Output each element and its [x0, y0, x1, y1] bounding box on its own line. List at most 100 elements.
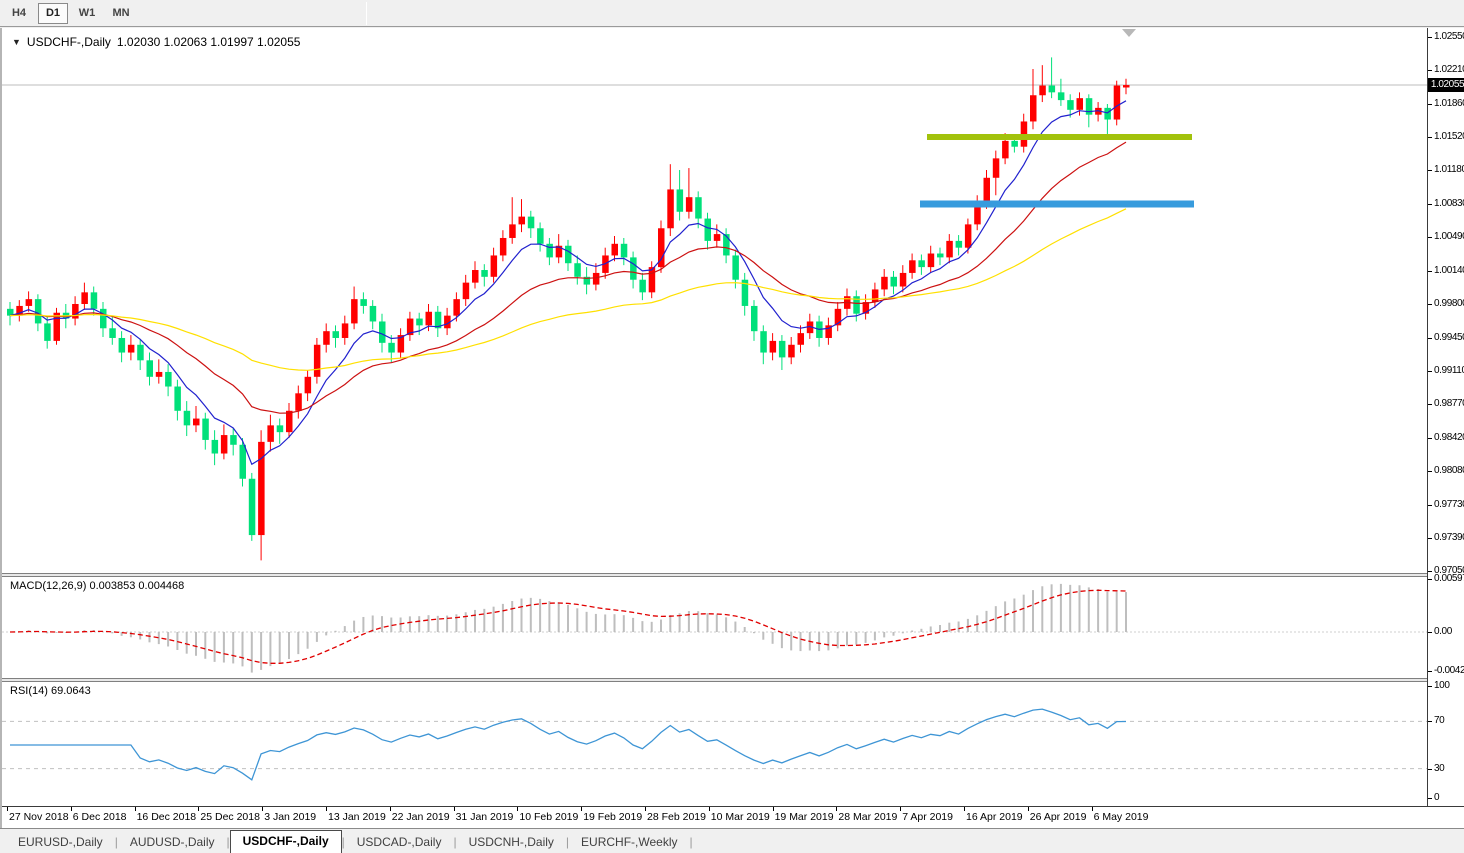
candle-body [118, 337, 126, 353]
axis-tick [1428, 103, 1432, 105]
candle-body [25, 299, 33, 306]
candlestick-chart-canvas[interactable] [2, 28, 1427, 573]
candle-body [220, 435, 228, 454]
axis-tick [1428, 632, 1432, 633]
candle-body [937, 253, 944, 258]
date-label: 6 Dec 2018 [72, 811, 127, 823]
axis-label: 0 [1434, 792, 1440, 803]
rsi-panel[interactable] [2, 682, 1427, 806]
candle-body [472, 270, 479, 283]
candle-body [276, 425, 284, 433]
symbol-tab-audusd[interactable]: AUDUSD-,Daily [118, 832, 227, 853]
date-tick [389, 807, 391, 811]
symbol-tab-eurusd[interactable]: EURUSD-,Daily [6, 832, 115, 853]
toolbar-separator [366, 1, 367, 25]
date-tick [198, 807, 200, 811]
symbol-tab-usdcad[interactable]: USDCAD-,Daily [345, 832, 454, 853]
candle-body [332, 331, 339, 338]
candle-body [881, 276, 888, 290]
rsi-chart-canvas[interactable] [2, 682, 1427, 806]
candle-body [490, 255, 498, 277]
candle-body [416, 318, 423, 326]
date-label: 3 Jan 2019 [264, 811, 317, 823]
candle-body [695, 197, 702, 219]
axis-label: 0.99110 [1434, 364, 1464, 376]
date-label: 28 Feb 2019 [647, 811, 706, 823]
axis-tick [1428, 37, 1432, 38]
axis-label: 0.97390 [1434, 531, 1464, 543]
candle-body [388, 342, 395, 353]
date-tick [7, 807, 8, 811]
date-axis[interactable]: 27 Nov 2018 6 Dec 2018 16 Dec 2018 25 Dec 2… [2, 806, 1464, 828]
timeframe-tab-mn[interactable]: MN [106, 3, 136, 24]
macd-chart-canvas[interactable] [2, 577, 1427, 678]
axis-label: 30 [1434, 762, 1445, 774]
candle-body [620, 243, 628, 258]
symbol-tab-usdcnh[interactable]: USDCNH-,Daily [457, 832, 566, 853]
candle-body [295, 393, 302, 411]
symbol-tab-usdchf[interactable]: USDCHF-,Daily [229, 830, 342, 853]
axis-label: 0.98770 [1434, 398, 1464, 409]
candle-body [499, 237, 507, 256]
axis-label: 1.01860 [1434, 97, 1464, 109]
candle-body [611, 243, 618, 256]
date-tick [900, 807, 902, 811]
axis-label: 0.98420 [1434, 431, 1464, 443]
main-chart-panel[interactable] [2, 28, 1427, 573]
candle-body [964, 224, 972, 248]
axis-label: 1.00140 [1434, 264, 1464, 276]
candle-body [667, 189, 674, 229]
candle-body [341, 323, 349, 338]
candle-body [481, 270, 488, 277]
axis-label: 0.97730 [1434, 498, 1464, 510]
candle-body [369, 305, 377, 322]
symbol-tab-eurchf[interactable]: EURCHF-,Weekly [569, 832, 689, 853]
date-label: 22 Jan 2019 [391, 811, 450, 823]
date-tick [326, 807, 327, 811]
candle-body [927, 253, 935, 268]
axis-label: 1.02550 [1434, 31, 1464, 42]
candle-body [983, 177, 990, 203]
candle-body [1113, 85, 1121, 120]
chart-window: ▼ USDCHF-,Daily 1.02030 1.02063 1.01997 … [0, 28, 1464, 828]
rsi-line [10, 708, 1127, 781]
candle-body [1039, 85, 1046, 96]
date-label: 19 Feb 2019 [583, 811, 643, 823]
chart-shift-marker-icon[interactable] [1122, 29, 1136, 37]
candle-body [267, 425, 274, 442]
axis-label: 1.01180 [1434, 164, 1464, 175]
price-axis[interactable]: 1.02055 1.02550 1.02210 1.01860 1.01520 1.01… [1427, 28, 1464, 806]
candle-body [909, 260, 916, 273]
axis-tick [1428, 721, 1432, 723]
resistance-line[interactable] [927, 134, 1192, 141]
date-tick [836, 807, 838, 811]
chart-dropdown-icon[interactable]: ▼ [12, 37, 21, 47]
candle-body [918, 260, 925, 268]
date-tick [134, 807, 136, 811]
axis-tick [1428, 671, 1432, 673]
axis-tick [1428, 170, 1432, 171]
axis-tick [1428, 579, 1432, 580]
candle-body [537, 228, 544, 244]
timeframe-tab-w1[interactable]: W1 [72, 3, 102, 24]
support-line[interactable] [920, 200, 1194, 208]
chart-title: ▼ USDCHF-,Daily 1.02030 1.02063 1.01997 … [12, 35, 300, 49]
axis-tick [1428, 437, 1432, 439]
candle-body [146, 360, 153, 377]
candle-body [425, 311, 432, 326]
date-tick [1027, 807, 1029, 811]
candle-body [351, 299, 358, 324]
timeframe-tab-h4[interactable]: H4 [4, 3, 34, 24]
date-tick [517, 807, 519, 811]
candle-body [1011, 140, 1018, 147]
candle-body [946, 240, 953, 258]
macd-label: MACD(12,26,9) 0.003853 0.004468 [10, 580, 185, 592]
macd-panel[interactable] [2, 577, 1427, 678]
axis-label: -0.004243 [1434, 665, 1464, 677]
timeframe-tab-d1[interactable]: D1 [38, 2, 68, 24]
candle-body [453, 299, 460, 316]
axis-label: 1.02210 [1434, 64, 1464, 75]
candle-body [788, 344, 795, 358]
candle-body [304, 376, 312, 394]
axis-tick [1428, 470, 1432, 472]
